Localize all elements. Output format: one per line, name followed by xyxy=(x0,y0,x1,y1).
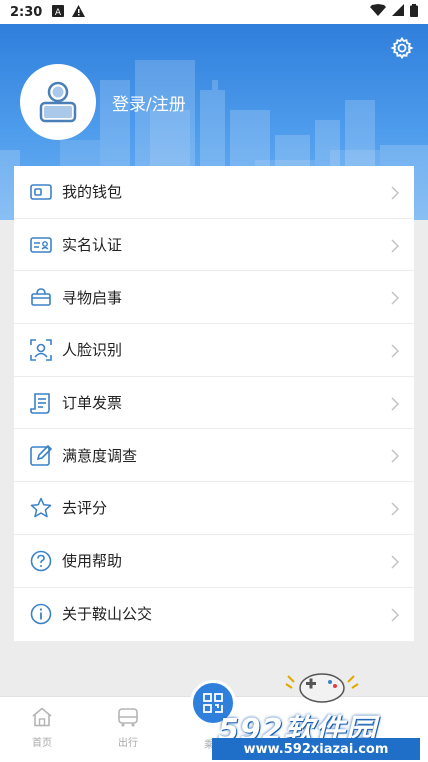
lost-bag-icon xyxy=(30,286,52,308)
tab-home-label: 首页 xyxy=(32,738,52,749)
menu-item-face-recognition[interactable]: 人脸识别 xyxy=(14,324,414,377)
help-icon xyxy=(30,550,52,572)
chevron-right-icon xyxy=(390,607,400,622)
menu-item-about[interactable]: 关于鞍山公交 xyxy=(14,588,414,641)
invoice-icon xyxy=(30,392,52,414)
chevron-right-icon xyxy=(390,290,400,305)
survey-pencil-icon xyxy=(30,444,52,467)
face-scan-icon xyxy=(30,339,52,361)
chevron-right-icon xyxy=(390,238,400,253)
menu-item-lost-found[interactable]: 寻物启事 xyxy=(14,271,414,325)
status-bar: 2:30 A xyxy=(0,0,428,24)
menu-item-label: 去评分 xyxy=(62,499,108,518)
menu-item-rate[interactable]: 去评分 xyxy=(14,482,414,535)
menu-item-wallet[interactable]: 我的钱包 xyxy=(14,166,414,219)
wallet-icon xyxy=(30,181,52,203)
battery-icon xyxy=(410,3,418,21)
menu-item-label: 寻物启事 xyxy=(62,288,123,307)
chevron-right-icon xyxy=(390,554,400,569)
cell-signal-icon xyxy=(392,4,404,20)
menu-item-label: 实名认证 xyxy=(62,236,123,255)
chevron-right-icon xyxy=(390,185,400,200)
home-icon xyxy=(32,707,52,727)
chevron-right-icon xyxy=(390,343,400,358)
menu-item-real-name[interactable]: 实名认证 xyxy=(14,219,414,272)
bus-icon xyxy=(118,708,138,727)
wifi-icon xyxy=(370,4,386,20)
info-icon xyxy=(30,603,52,625)
avatar[interactable] xyxy=(20,64,96,140)
tab-travel[interactable]: 出行 xyxy=(106,707,150,749)
menu-item-help[interactable]: 使用帮助 xyxy=(14,535,414,588)
menu-item-satisfaction-survey[interactable]: 满意度调查 xyxy=(14,429,414,483)
id-card-icon xyxy=(30,234,52,256)
login-register-link[interactable]: 登录/注册 xyxy=(112,90,186,115)
menu-item-label: 订单发票 xyxy=(62,394,123,413)
menu-item-label: 满意度调查 xyxy=(62,446,138,465)
settings-gear-icon[interactable] xyxy=(390,36,414,60)
star-icon xyxy=(30,497,52,519)
svg-text:A: A xyxy=(55,8,62,17)
notification-a-icon: A xyxy=(52,4,65,20)
chevron-right-icon xyxy=(390,448,400,463)
settings-menu: 我的钱包 实名认证 寻物启事 人脸识别 订单发票 满意度调查 去评分 使用帮助 … xyxy=(14,166,414,641)
chevron-right-icon xyxy=(390,501,400,516)
warning-icon xyxy=(72,4,86,20)
status-time: 2:30 xyxy=(10,4,43,20)
watermark-url: www.592xiazai.com xyxy=(212,738,420,760)
menu-item-label: 关于鞍山公交 xyxy=(62,605,153,624)
chevron-right-icon xyxy=(390,396,400,411)
tab-travel-label: 出行 xyxy=(118,738,138,749)
menu-item-label: 使用帮助 xyxy=(62,552,123,571)
user-avatar-icon xyxy=(39,81,77,123)
tab-home[interactable]: 首页 xyxy=(20,707,64,749)
menu-item-label: 我的钱包 xyxy=(62,183,123,202)
game-controller-mascot-illustration xyxy=(285,673,359,703)
menu-item-invoice[interactable]: 订单发票 xyxy=(14,377,414,430)
menu-item-label: 人脸识别 xyxy=(62,341,123,360)
